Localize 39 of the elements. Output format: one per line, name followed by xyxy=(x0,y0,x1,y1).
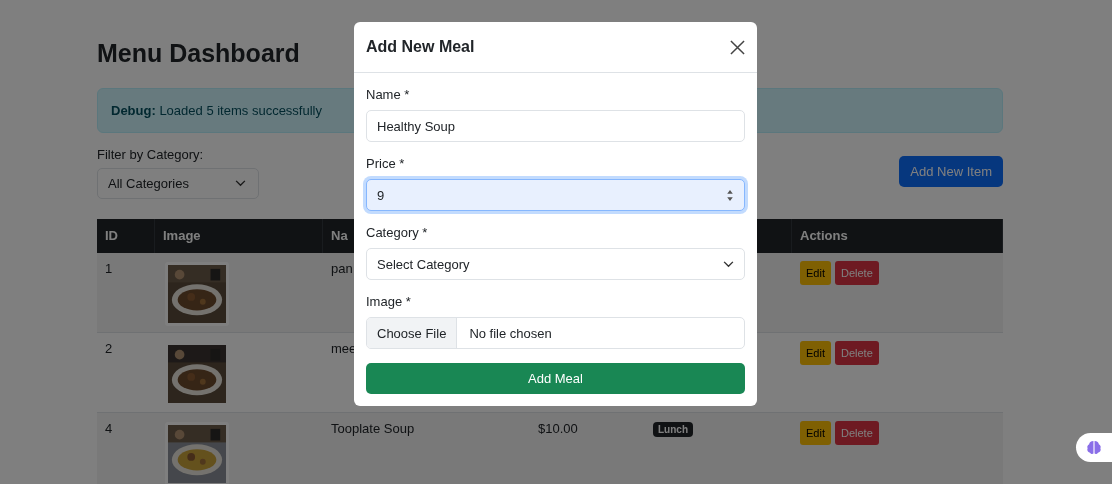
field-label: Price * xyxy=(366,156,406,171)
column-header: Na xyxy=(331,228,348,243)
chevron-down-icon xyxy=(235,180,246,187)
table-cell: Tooplate Soup xyxy=(331,421,415,436)
edit-button[interactable]: Edit xyxy=(800,261,831,285)
edit-button[interactable]: Edit xyxy=(800,341,831,365)
name-field[interactable]: Healthy Soup xyxy=(366,110,745,142)
field-label: Image * xyxy=(366,294,412,309)
delete-button[interactable]: Delete xyxy=(834,341,879,365)
add-meal-button[interactable]: Add Meal xyxy=(366,363,745,394)
delete-button[interactable]: Delete xyxy=(834,261,879,285)
edit-button[interactable]: Edit xyxy=(800,421,831,445)
column-header: Image xyxy=(163,228,201,243)
filter-label: Filter by Category: xyxy=(97,147,205,162)
category-select[interactable]: Select Category xyxy=(366,248,745,280)
category-filter-select[interactable]: All Categories xyxy=(97,168,259,199)
table-cell: pan xyxy=(331,261,353,276)
price-field[interactable]: 9 xyxy=(366,179,745,211)
field-label: Name * xyxy=(366,87,411,102)
spinner-icon[interactable] xyxy=(726,188,734,202)
chevron-down-icon xyxy=(723,260,734,268)
file-status: No file chosen xyxy=(468,325,553,341)
assistant-widget[interactable] xyxy=(1076,433,1112,462)
page-title: Menu Dashboard xyxy=(97,38,300,69)
column-header: ID xyxy=(105,228,118,243)
add-new-item-button[interactable]: Add New Item xyxy=(899,156,1003,187)
field-label: Category * xyxy=(366,225,429,240)
delete-button[interactable]: Delete xyxy=(834,421,879,445)
choose-file-button[interactable]: Choose File xyxy=(367,318,458,348)
column-header: Actions xyxy=(800,228,848,243)
close-icon[interactable] xyxy=(730,39,745,55)
table-cell: 4 xyxy=(105,421,113,436)
table-cell: 2 xyxy=(105,341,113,356)
table-cell: 1 xyxy=(105,261,113,276)
table-cell: $10.00 xyxy=(538,421,578,436)
category-tag: Lunch xyxy=(653,422,693,437)
file-field[interactable]: Choose File No file chosen xyxy=(366,317,745,349)
modal-title: Add New Meal xyxy=(366,38,475,56)
brain-icon xyxy=(1086,440,1102,455)
